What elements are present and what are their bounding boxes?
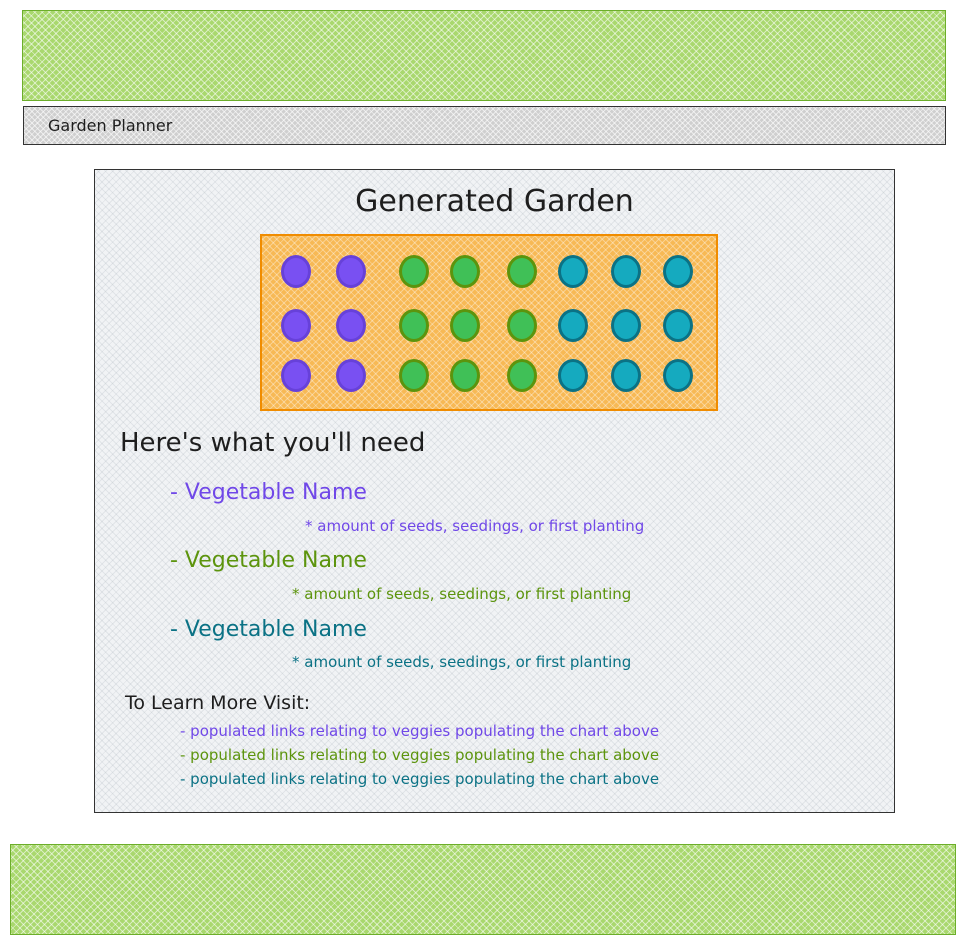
plant-dot	[450, 255, 480, 288]
plant-dot	[663, 309, 693, 342]
vegetable-amount-3: * amount of seeds, seedings, or first pl…	[292, 653, 632, 671]
plant-dot	[507, 309, 537, 342]
plant-dot	[281, 359, 311, 392]
learn-link-2[interactable]: - populated links relating to veggies po…	[180, 746, 659, 764]
plant-dot	[507, 359, 537, 392]
vegetable-name-3: - Vegetable Name	[170, 617, 367, 642]
plant-dot	[450, 309, 480, 342]
vegetable-name-1: - Vegetable Name	[170, 480, 367, 505]
plant-dot	[611, 255, 641, 288]
needs-heading: Here's what you'll need	[120, 428, 426, 458]
bottom-banner	[10, 844, 956, 935]
vegetable-name-2: - Vegetable Name	[170, 548, 367, 573]
nav-bar: Garden Planner	[23, 106, 946, 145]
app-title[interactable]: Garden Planner	[48, 116, 172, 135]
plant-dot	[336, 359, 366, 392]
plant-dot	[507, 255, 537, 288]
plant-dot	[663, 359, 693, 392]
plant-dot	[336, 309, 366, 342]
top-banner	[22, 10, 946, 101]
plant-dot	[611, 359, 641, 392]
vegetable-amount-1: * amount of seeds, seedings, or first pl…	[305, 517, 645, 535]
plant-dot	[663, 255, 693, 288]
plant-dot	[281, 255, 311, 288]
plant-dot	[399, 255, 429, 288]
plant-dot	[558, 255, 588, 288]
plant-dot	[281, 309, 311, 342]
learn-more-heading: To Learn More Visit:	[125, 692, 311, 714]
learn-link-1[interactable]: - populated links relating to veggies po…	[180, 722, 659, 740]
content-card: Generated Garden Here's what you'll need…	[94, 169, 895, 813]
garden-plot	[260, 234, 718, 411]
vegetable-amount-2: * amount of seeds, seedings, or first pl…	[292, 585, 632, 603]
page-title: Generated Garden	[355, 184, 634, 219]
plant-dot	[336, 255, 366, 288]
plant-dot	[399, 309, 429, 342]
plant-dot	[558, 359, 588, 392]
plant-dot	[399, 359, 429, 392]
plant-dot	[558, 309, 588, 342]
plant-dot	[450, 359, 480, 392]
plant-dot	[611, 309, 641, 342]
learn-link-3[interactable]: - populated links relating to veggies po…	[180, 770, 659, 788]
